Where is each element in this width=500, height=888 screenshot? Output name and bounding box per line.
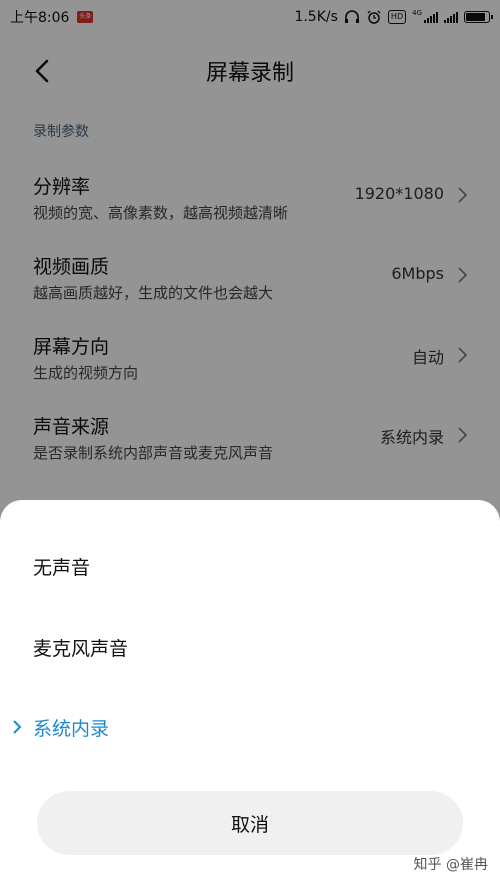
audio-source-sheet: 无声音 麦克风声音 系统内录 取消 知乎 @崔冉 xyxy=(0,500,500,888)
cancel-button[interactable]: 取消 xyxy=(37,791,463,855)
option-label: 无声音 xyxy=(33,556,91,579)
option-label: 麦克风声音 xyxy=(33,637,129,660)
watermark: 知乎 @崔冉 xyxy=(413,857,488,873)
option-microphone[interactable]: 麦克风声音 xyxy=(0,627,500,667)
option-system-audio[interactable]: 系统内录 xyxy=(0,707,500,747)
selected-chevron-icon xyxy=(12,719,22,735)
option-no-sound[interactable]: 无声音 xyxy=(0,546,500,586)
option-label: 系统内录 xyxy=(33,717,110,740)
